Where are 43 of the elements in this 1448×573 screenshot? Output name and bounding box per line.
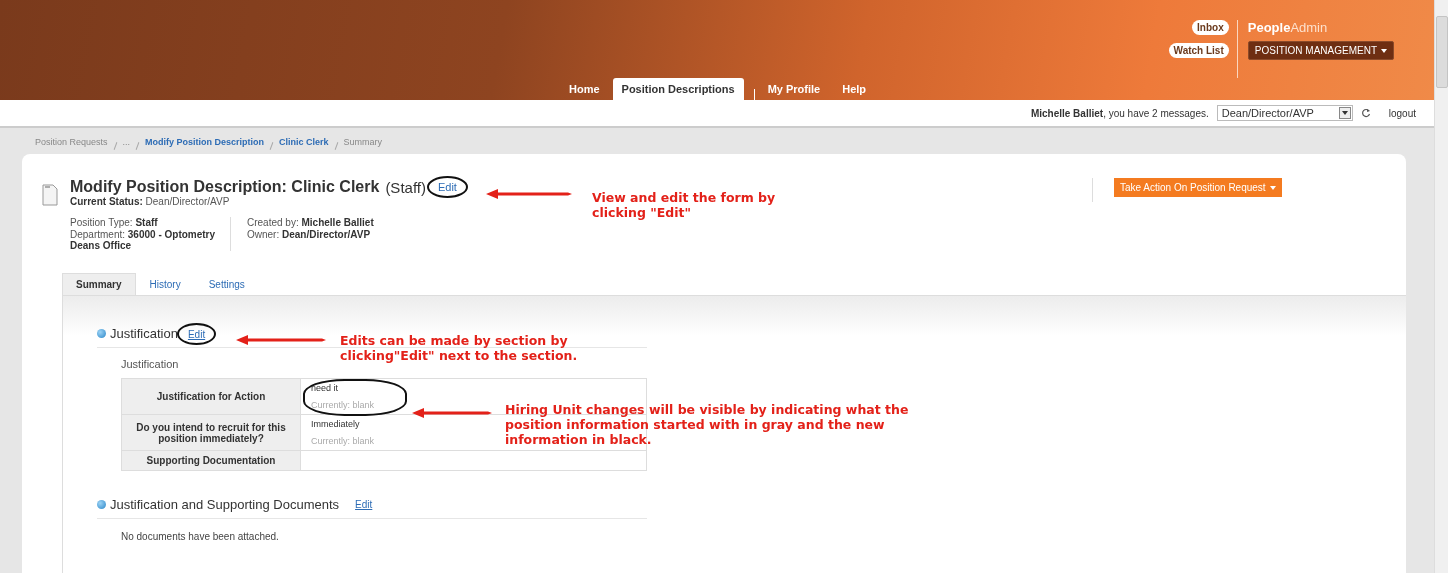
tab[interactable]: Summary: [62, 273, 136, 295]
new-value: Immediately: [311, 419, 360, 429]
meta-field: Department: 36000 - Optometry Deans Office: [70, 229, 230, 251]
annotation-text: Edits can be made by section by clicking"Edit" next to the section.: [340, 333, 579, 363]
edit-link[interactable]: Edit: [431, 181, 463, 193]
section-title: Justification: [110, 326, 178, 341]
brand-logo: PeopleAdmin: [1247, 20, 1329, 35]
field-label: Do you intend to recruit for this position immediately?: [121, 414, 301, 451]
annotation-text: Hiring Unit changes will be visible by indicating what the position information started with in gray and the new information in black.: [505, 402, 910, 447]
breadcrumb-item[interactable]: Summary: [343, 137, 383, 154]
tab[interactable]: Settings: [194, 273, 259, 295]
breadcrumb-item[interactable]: Clinic Clerk: [279, 137, 329, 154]
record-title: Modify Position Description: Clinic Clerk: [70, 178, 380, 196]
nav-tab[interactable]: Help: [833, 78, 876, 100]
field-label: Supporting Documentation: [121, 450, 301, 471]
welcome-message: Michelle Balliet, you have 2 messages.: [1030, 107, 1209, 119]
header-link[interactable]: Watch List: [1168, 43, 1229, 58]
current-status: Current Status: Dean/Director/AVP: [70, 196, 231, 207]
annotation-text: View and edit the form by clicking "Edit": [592, 190, 777, 220]
edit-link[interactable]: Edit: [349, 499, 379, 510]
logout-link[interactable]: logout: [1388, 107, 1416, 119]
meta-field: Owner: Dean/Director/AVP: [247, 229, 447, 240]
header-link[interactable]: Inbox: [1192, 20, 1229, 35]
record-type: (Staff): [385, 178, 426, 196]
nav-tab[interactable]: My Profile: [758, 78, 830, 100]
new-value: need it: [311, 383, 339, 393]
breadcrumb-item[interactable]: ...: [122, 137, 131, 154]
module-menu[interactable]: POSITION MANAGEMENT: [1247, 41, 1394, 60]
breadcrumb-item[interactable]: Modify Position Description: [145, 137, 265, 154]
nav-tab[interactable]: Home: [560, 78, 609, 100]
role-select[interactable]: Dean/Director/AVP: [1216, 105, 1353, 121]
section-title: Justification and Supporting Documents: [110, 497, 340, 512]
breadcrumb-item[interactable]: Position Requests: [35, 137, 108, 154]
meta-field: Created by: Michelle Balliet: [247, 217, 447, 228]
edit-link[interactable]: Edit: [181, 328, 212, 340]
meta-field: Position Type: Staff: [70, 217, 230, 228]
empty-note: No documents have been attached.: [121, 531, 280, 542]
nav-tab[interactable]: Position Descriptions: [612, 78, 744, 100]
current-value: Currently: blank: [311, 400, 375, 410]
current-value: Currently: blank: [311, 436, 375, 446]
section-subtitle: Justification: [121, 358, 180, 370]
field-label: Justification for Action: [121, 378, 301, 415]
tab[interactable]: History: [135, 273, 195, 295]
